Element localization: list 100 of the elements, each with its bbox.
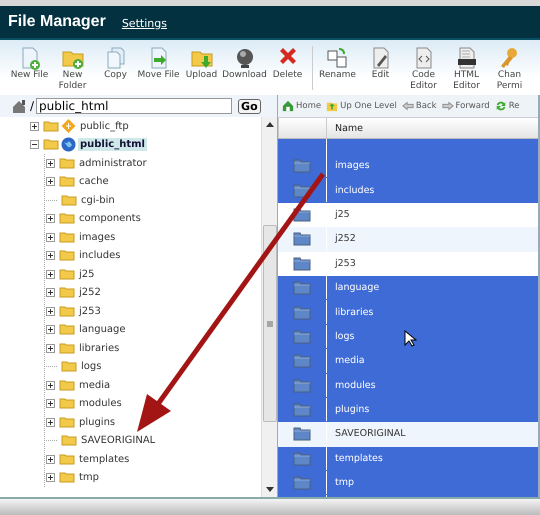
tree-item[interactable]: public_html — [78, 138, 147, 152]
reload-button[interactable]: Re — [494, 100, 520, 112]
tree-item[interactable]: language — [77, 323, 128, 336]
file-name: SAVEORIGINAL — [335, 428, 406, 440]
file-name: language — [335, 282, 380, 294]
folder-icon — [59, 342, 75, 355]
home-icon — [12, 99, 28, 113]
file-name: logs — [335, 330, 354, 342]
cursor-icon — [404, 330, 417, 347]
file-name: libraries — [335, 306, 374, 318]
folder-icon — [61, 434, 77, 448]
folder-icon — [59, 175, 75, 188]
copy-button[interactable]: Copy — [94, 46, 137, 81]
file-row[interactable]: tmp — [278, 471, 538, 496]
html-button[interactable]: HTML Editor — [445, 46, 488, 92]
expand-toggle[interactable] — [30, 122, 39, 131]
expand-toggle[interactable] — [46, 288, 55, 298]
folder-icon — [43, 120, 59, 133]
expand-toggle[interactable] — [46, 232, 55, 242]
folder-icon — [59, 230, 75, 244]
expand-toggle[interactable] — [46, 344, 55, 353]
tree-item[interactable]: administrator — [77, 156, 149, 170]
file-row[interactable]: templates — [278, 446, 538, 472]
tree-item[interactable]: includes — [77, 249, 122, 262]
folder-icon — [293, 426, 311, 442]
tree-item[interactable]: logs — [79, 360, 104, 374]
tree-item[interactable]: tmp — [77, 471, 102, 484]
file-row[interactable]: language — [278, 276, 538, 300]
folder-icon — [293, 158, 311, 174]
tree-item[interactable]: cache — [77, 175, 111, 188]
tree-item[interactable]: modules — [77, 397, 124, 410]
new-folder-button[interactable]: New Folder — [51, 46, 94, 92]
settings-link[interactable]: Settings — [122, 16, 167, 30]
folder-icon — [293, 353, 311, 368]
file-row[interactable]: includes — [278, 178, 538, 203]
up-button[interactable]: Up One Level — [326, 100, 397, 112]
folder-icon — [293, 280, 311, 296]
tree-item[interactable]: j253 — [77, 304, 103, 318]
expand-toggle[interactable] — [46, 473, 55, 482]
tree-item[interactable]: j252 — [77, 286, 103, 300]
file-name: j252 — [335, 233, 356, 244]
expand-toggle[interactable] — [46, 270, 55, 279]
right-arrow-icon — [442, 100, 454, 112]
file-name: templates — [335, 452, 383, 464]
expand-toggle[interactable] — [46, 454, 55, 464]
back-button[interactable]: Back — [402, 100, 437, 112]
expand-toggle[interactable] — [46, 399, 55, 408]
tree-item[interactable]: cgi-bin — [79, 194, 117, 207]
up-arrow-icon — [266, 121, 274, 127]
collapse-toggle[interactable] — [30, 140, 39, 150]
expand-toggle[interactable] — [46, 380, 55, 390]
tree-item[interactable]: images — [77, 230, 118, 244]
folder-icon — [293, 475, 311, 490]
tree-item[interactable]: SAVEORIGINAL — [79, 434, 158, 448]
app-title: File Manager — [8, 13, 106, 31]
file-name: modules — [335, 380, 376, 391]
tree-item[interactable]: libraries — [77, 342, 122, 355]
folder-icon — [293, 378, 311, 393]
tree-item[interactable]: media — [77, 378, 112, 392]
upload-button[interactable]: Upload — [180, 46, 223, 81]
file-row[interactable]: logs — [278, 324, 538, 350]
file-row[interactable]: SAVEORIGINAL — [278, 422, 538, 447]
tree-item[interactable]: j25 — [77, 268, 97, 281]
forward-button[interactable]: Forward — [442, 100, 490, 112]
expand-toggle[interactable] — [46, 306, 55, 316]
folder-icon — [293, 450, 311, 466]
new-file-button[interactable]: New File — [8, 46, 51, 81]
download-button[interactable]: Download — [223, 46, 266, 81]
expand-toggle[interactable] — [46, 251, 55, 260]
tree-item[interactable]: public_ftp — [78, 120, 131, 133]
file-name: includes — [335, 184, 374, 196]
file-row[interactable]: images — [278, 154, 538, 178]
go-button[interactable]: Go — [238, 98, 261, 114]
tree-item[interactable]: components — [77, 212, 143, 226]
delete-button[interactable]: Delete — [266, 46, 309, 81]
file-row[interactable]: modules — [278, 374, 538, 398]
file-row[interactable]: plugins — [278, 398, 538, 422]
expand-toggle[interactable] — [46, 418, 55, 427]
move-button[interactable]: Move File — [137, 46, 180, 81]
tree-item[interactable]: plugins — [77, 416, 118, 429]
globe-icon — [61, 137, 76, 152]
folder-icon — [59, 212, 75, 226]
file-name: tmp — [335, 477, 354, 488]
expand-toggle[interactable] — [46, 158, 55, 168]
file-row[interactable]: media — [278, 349, 538, 374]
expand-toggle[interactable] — [46, 325, 55, 334]
tree-item[interactable]: templates — [77, 452, 132, 466]
path-field[interactable]: public_html — [36, 98, 232, 114]
expand-toggle[interactable] — [46, 214, 55, 224]
file-row[interactable]: j252 — [278, 227, 538, 252]
rename-button[interactable]: Rename — [316, 46, 359, 81]
keys-button[interactable]: Chan Permi — [488, 46, 531, 92]
folder-icon — [59, 268, 75, 281]
edit-button[interactable]: Edit — [359, 46, 402, 81]
file-name: j253 — [335, 258, 356, 269]
home-button[interactable]: Home — [282, 100, 322, 112]
expand-toggle[interactable] — [46, 177, 55, 186]
file-row[interactable]: libraries — [278, 300, 538, 325]
scrollbar[interactable] — [261, 117, 277, 497]
code-button[interactable]: Code Editor — [402, 46, 445, 92]
